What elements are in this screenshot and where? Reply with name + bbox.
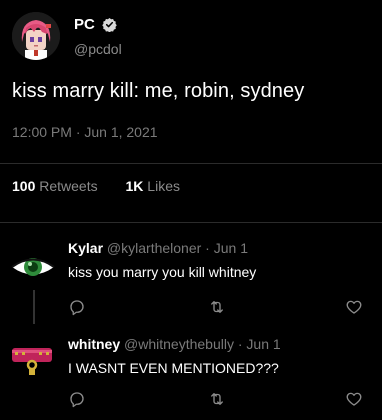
retweets-label: Retweets: [39, 178, 98, 194]
divider: [0, 222, 382, 223]
reply-date[interactable]: Jun 1: [214, 240, 248, 256]
author-display-name[interactable]: PC: [74, 16, 95, 33]
verified-badge-icon: [102, 17, 117, 33]
reply-header: Kylar @kylartheloner · Jun 1: [68, 240, 248, 256]
divider: [0, 163, 382, 164]
reply-date[interactable]: Jun 1: [246, 336, 280, 352]
reply-separator: ·: [201, 240, 214, 256]
reply-author-name[interactable]: whitney: [68, 336, 120, 352]
likes-count: 1K: [125, 178, 144, 194]
reply-item[interactable]: Kylar @kylartheloner · Jun 1 kiss you ma…: [0, 240, 382, 320]
reply-author-handle[interactable]: @kylartheloner: [107, 240, 201, 256]
reply-actions: [68, 390, 368, 410]
like-icon[interactable]: [345, 298, 363, 316]
reply-avatar-whitney[interactable]: [10, 336, 56, 382]
reply-text: I WASNT EVEN MENTIONED???: [68, 360, 279, 376]
reply-separator: ·: [233, 336, 247, 352]
reply-icon[interactable]: [68, 390, 86, 408]
reply-text: kiss you marry you kill whitney: [68, 264, 257, 280]
author-avatar[interactable]: [12, 12, 60, 60]
likes-label: Likes: [147, 178, 180, 194]
reply-author-name[interactable]: Kylar: [68, 240, 103, 256]
likes-stat[interactable]: 1K Likes: [126, 178, 180, 194]
tweet-stats: 100 Retweets 1K Likes: [12, 178, 204, 194]
reply-actions: [68, 298, 368, 318]
reply-header: whitney @whitneythebully · Jun 1: [68, 336, 281, 352]
tweet-text: kiss marry kill: me, robin, sydney: [12, 80, 305, 102]
thread-connector-line: [33, 290, 35, 324]
like-icon[interactable]: [345, 390, 363, 408]
reply-item[interactable]: whitney @whitneythebully · Jun 1 I WASNT…: [0, 336, 382, 420]
retweet-icon[interactable]: [208, 298, 226, 316]
author-handle[interactable]: @pcdol: [74, 41, 122, 57]
tweet-author-header: PC @pcdol: [12, 12, 372, 62]
reply-author-handle[interactable]: @whitneythebully: [124, 336, 234, 352]
reply-icon[interactable]: [68, 298, 86, 316]
retweets-stat[interactable]: 100 Retweets: [12, 178, 98, 194]
retweet-icon[interactable]: [208, 390, 226, 408]
tweet-timestamp[interactable]: 12:00 PM · Jun 1, 2021: [12, 124, 158, 140]
retweets-count: 100: [12, 178, 36, 194]
reply-avatar-kylar[interactable]: [10, 244, 56, 290]
